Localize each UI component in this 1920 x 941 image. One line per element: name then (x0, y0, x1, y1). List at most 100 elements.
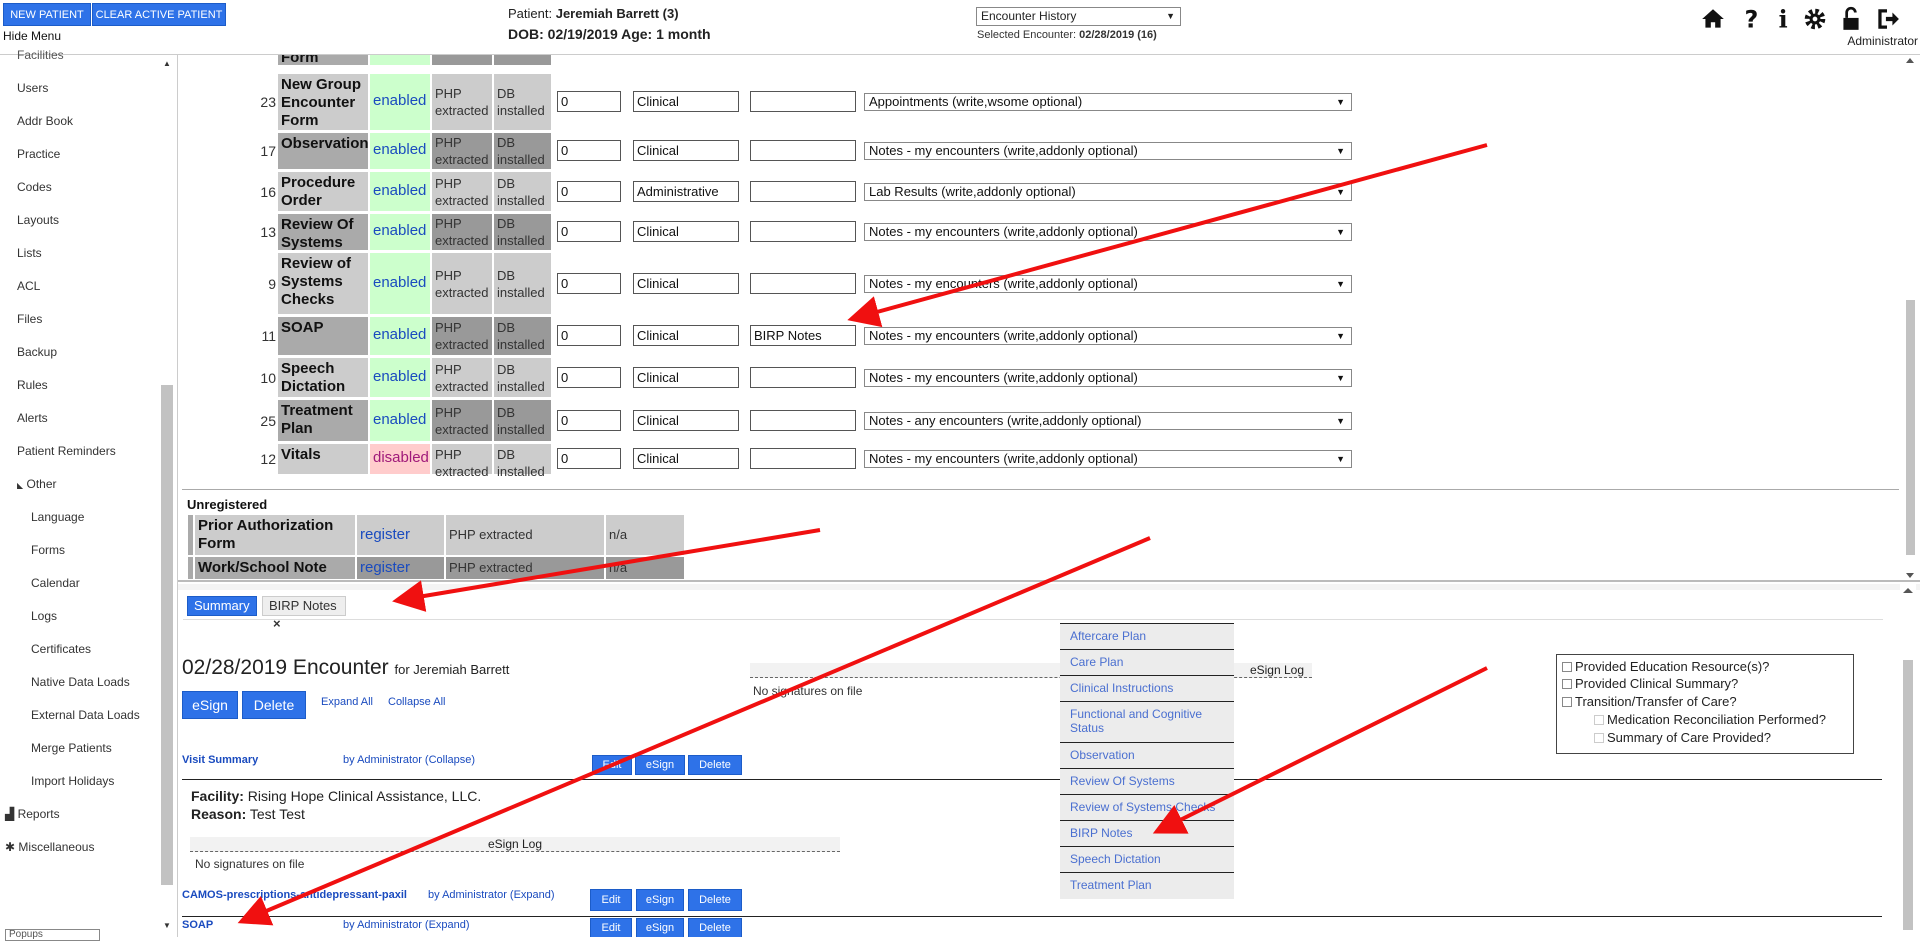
sidebar-item-patient-reminders[interactable]: Patient Reminders (17, 444, 116, 458)
priority-input[interactable]: 0 (557, 366, 621, 388)
priority-input[interactable]: 0 (557, 221, 621, 242)
acl-select[interactable]: Notes - my encounters (write,addonly opt… (864, 368, 1352, 387)
nickname-input[interactable] (750, 221, 856, 242)
category-input[interactable]: Clinical (633, 91, 739, 112)
checkbox[interactable] (1594, 733, 1604, 743)
camos-delete-button[interactable]: Delete (688, 889, 742, 911)
acl-select[interactable]: Notes - my encounters (write,addonly opt… (864, 450, 1352, 468)
user-name[interactable]: Administrator (1847, 34, 1918, 48)
home-icon[interactable] (1700, 6, 1726, 32)
soap-esign-button[interactable]: eSign (636, 918, 684, 937)
acl-select[interactable]: Appointments (write,wsome optional) ▼ (864, 93, 1352, 111)
menu-item-observation[interactable]: Observation (1060, 743, 1234, 769)
sidebar-item-lists[interactable]: Lists (17, 246, 42, 260)
priority-input[interactable]: 0 (557, 325, 621, 346)
new-patient-button[interactable]: NEW PATIENT (3, 3, 91, 26)
form-status-link[interactable]: enabled (370, 74, 430, 130)
info-icon[interactable]: i (1770, 6, 1796, 32)
sidebar-item-practice[interactable]: Practice (17, 147, 60, 161)
sidebar-item-native-data-loads[interactable]: Native Data Loads (31, 675, 130, 689)
category-input[interactable]: Clinical (633, 448, 739, 469)
sidebar-item-reports[interactable]: ▟ Reports (5, 807, 60, 821)
menu-item-treatment-plan[interactable]: Treatment Plan (1060, 873, 1234, 899)
category-input[interactable]: Clinical (633, 366, 739, 388)
scroll-down-icon[interactable]: ▼ (163, 921, 171, 930)
sidebar-item-files[interactable]: Files (17, 312, 42, 326)
check-summary-care-provided[interactable]: Summary of Care Provided? (1594, 730, 1771, 745)
sidebar-item-logs[interactable]: Logs (31, 609, 57, 623)
sidebar-item-layouts[interactable]: Layouts (17, 213, 59, 227)
sidebar-item-forms[interactable]: Forms (31, 543, 65, 557)
soap-delete-button[interactable]: Delete (688, 918, 742, 937)
checkbox[interactable] (1562, 679, 1572, 689)
form-status-link[interactable]: enabled (370, 253, 430, 314)
menu-item-review-of-systems[interactable]: Review Of Systems (1060, 769, 1234, 795)
check-medication-reconciliation[interactable]: Medication Reconciliation Performed? (1594, 712, 1826, 727)
sidebar-item-rules[interactable]: Rules (17, 378, 48, 392)
sidebar-item-language[interactable]: Language (31, 510, 84, 524)
collapse-all-link[interactable]: Collapse All (388, 696, 445, 708)
gear-icon[interactable] (1802, 6, 1828, 32)
check-clinical-summary[interactable]: Provided Clinical Summary? (1562, 676, 1738, 691)
scroll-up-icon[interactable]: ▲ (163, 59, 171, 68)
visit-summary-link[interactable]: Visit Summary (182, 754, 258, 766)
sidebar-item-miscellaneous[interactable]: ✱ Miscellaneous (5, 840, 94, 854)
sidebar-item-calendar[interactable]: Calendar (31, 576, 80, 590)
category-input[interactable]: Clinical (633, 325, 739, 346)
sidebar-item-acl[interactable]: ACL (17, 279, 40, 293)
camos-esign-button[interactable]: eSign (636, 889, 684, 911)
priority-input[interactable]: 0 (557, 180, 621, 202)
clear-active-patient-button[interactable]: CLEAR ACTIVE PATIENT (92, 3, 226, 26)
encounter-history-select[interactable]: Encounter History ▼ (976, 7, 1181, 26)
form-status-link[interactable]: enabled (370, 172, 430, 211)
tab-birp-notes[interactable]: BIRP Notes × (262, 596, 346, 631)
selected-encounter-value[interactable]: 02/28/2019 (16) (1079, 29, 1157, 41)
sidebar-item-external-data-loads[interactable]: External Data Loads (31, 708, 140, 722)
category-input[interactable]: Clinical (633, 409, 739, 431)
sidebar-item-users[interactable]: Users (17, 81, 48, 95)
priority-input[interactable]: 0 (557, 140, 621, 161)
delete-button[interactable]: Delete (242, 691, 306, 719)
form-status-link[interactable]: enabled (370, 214, 430, 250)
acl-select[interactable]: Notes - my encounters (write,addonly opt… (864, 327, 1352, 345)
unlock-icon[interactable] (1838, 6, 1864, 32)
visit-delete-button[interactable]: Delete (688, 755, 742, 775)
sidebar-item-backup[interactable]: Backup (17, 345, 57, 359)
menu-item-review-of-systems-checks[interactable]: Review of Systems Checks (1060, 795, 1234, 821)
register-link[interactable]: register (357, 515, 444, 555)
soap-byline[interactable]: by Administrator (Expand) (343, 919, 470, 931)
sidebar-item-facilities[interactable]: Facilities (17, 48, 64, 62)
acl-select[interactable]: Lab Results (write,addonly optional) ▼ (864, 182, 1352, 201)
acl-select[interactable]: Notes - any encounters (write,addonly op… (864, 411, 1352, 430)
priority-input[interactable]: 0 (557, 91, 621, 112)
visit-edit-button[interactable]: Edit (592, 755, 632, 775)
priority-input[interactable]: 0 (557, 272, 621, 294)
visit-summary-byline[interactable]: by Administrator (Collapse) (343, 754, 475, 766)
camos-link[interactable]: CAMOS-prescriptions-antidepressant-paxil (182, 889, 407, 901)
hide-menu-link[interactable]: Hide Menu (3, 29, 61, 43)
camos-byline[interactable]: by Administrator (Expand) (428, 889, 555, 901)
acl-select[interactable]: Notes - my encounters (write,addonly opt… (864, 274, 1352, 293)
sidebar-item-certificates[interactable]: Certificates (31, 642, 91, 656)
menu-item-birp-notes[interactable]: BIRP Notes (1060, 821, 1234, 847)
sidebar-item-addr-book[interactable]: Addr Book (17, 114, 73, 128)
tab-summary[interactable]: Summary (187, 596, 257, 616)
logout-icon[interactable] (1874, 6, 1900, 32)
menu-item-aftercare-plan[interactable]: Aftercare Plan (1060, 624, 1234, 650)
check-education-resources[interactable]: Provided Education Resource(s)? (1562, 659, 1769, 674)
nickname-input[interactable] (750, 448, 856, 469)
form-status-link[interactable]: disabled (370, 444, 430, 474)
category-input[interactable]: Clinical (633, 221, 739, 242)
patient-name[interactable]: Jeremiah Barrett (3) (556, 6, 679, 21)
form-status-link[interactable]: enabled (370, 358, 430, 397)
category-input[interactable]: Clinical (633, 140, 739, 161)
checkbox[interactable] (1562, 662, 1572, 672)
checkbox[interactable] (1594, 715, 1604, 725)
nickname-input[interactable]: BIRP Notes (750, 325, 856, 346)
form-status-link[interactable]: enabled (370, 317, 430, 355)
nickname-input[interactable] (750, 91, 856, 112)
check-transition-care[interactable]: Transition/Transfer of Care? (1562, 694, 1737, 709)
priority-input[interactable]: 0 (557, 409, 621, 431)
menu-item-speech-dictation[interactable]: Speech Dictation (1060, 847, 1234, 873)
form-status-link[interactable]: enabled (370, 400, 430, 441)
